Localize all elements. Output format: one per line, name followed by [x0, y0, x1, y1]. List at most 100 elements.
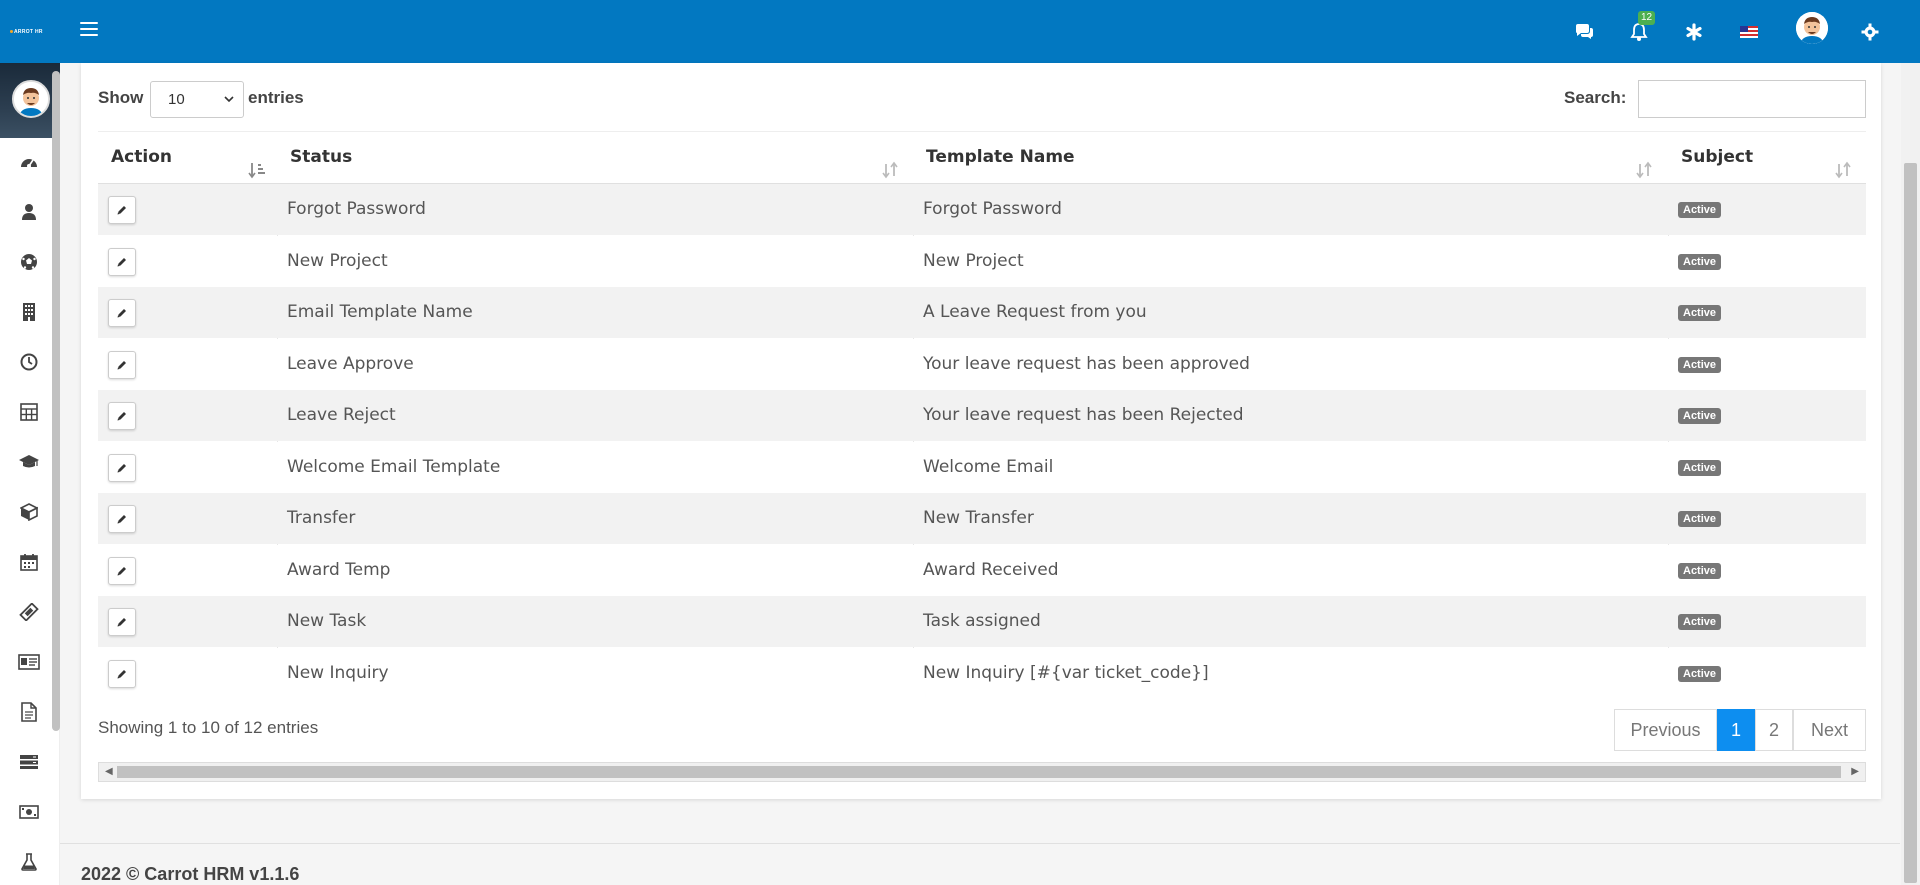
table-row: Leave Reject Your leave request has been …	[98, 390, 1866, 441]
status-badge: Active	[1678, 562, 1722, 579]
status-badge: Active	[1678, 511, 1722, 527]
status-badge: Active	[1678, 305, 1722, 321]
status-cell: Email Template Name	[287, 302, 473, 322]
edit-button[interactable]	[108, 608, 136, 636]
edit-button[interactable]	[108, 350, 136, 379]
notification-badge: 12	[1638, 11, 1656, 25]
chat-icon[interactable]	[1572, 20, 1596, 44]
settings-gear-icon[interactable]	[1858, 20, 1882, 44]
column-header-template-name[interactable]: Template Name	[913, 132, 1668, 185]
pencil-icon	[116, 204, 128, 216]
pagination-next[interactable]: Next	[1793, 709, 1866, 751]
scroll-right-icon[interactable]: ▶	[1851, 766, 1859, 777]
top-navbar: ARROT HR 12	[0, 0, 1920, 63]
sidebar-profile	[0, 63, 60, 138]
status-badge: Active	[1678, 665, 1722, 682]
clock-icon[interactable]	[18, 351, 40, 373]
edit-button[interactable]	[108, 453, 136, 482]
user-avatar[interactable]	[1796, 12, 1828, 44]
template-name-cell: New Transfer	[923, 508, 1034, 528]
entries-label: entries	[248, 88, 304, 107]
pencil-icon	[116, 462, 128, 474]
logo-text: ARROT HR	[14, 29, 43, 35]
template-name-cell: New Project	[923, 250, 1024, 271]
table-header: Action Status Template Name Subject	[98, 131, 1866, 184]
soccer-icon[interactable]	[18, 251, 40, 273]
money-icon[interactable]	[18, 801, 40, 823]
edit-button[interactable]	[108, 505, 136, 533]
status-badge: Active	[1678, 459, 1722, 476]
pagination-page-2[interactable]: 2	[1755, 709, 1793, 751]
footer-copyright: 2022 © Carrot HRM v1.1.6	[81, 864, 300, 884]
template-name-cell: New Inquiry [#{var ticket_code}]	[923, 662, 1209, 683]
pencil-icon	[116, 616, 128, 628]
server-icon[interactable]	[18, 751, 40, 773]
table-row: New Inquiry New Inquiry [#{var ticket_cod…	[98, 647, 1866, 699]
box-icon[interactable]	[18, 501, 40, 523]
user-icon[interactable]	[18, 201, 40, 223]
pagination-previous[interactable]: Previous	[1614, 709, 1717, 751]
pencil-icon	[116, 410, 128, 422]
page-scrollbar-thumb[interactable]	[1904, 163, 1917, 883]
scroll-left-icon[interactable]: ◀	[105, 766, 113, 777]
menu-toggle-icon[interactable]	[80, 22, 98, 38]
edit-button[interactable]	[108, 556, 136, 585]
sidebar-scrollbar[interactable]	[52, 71, 60, 731]
dashboard-icon[interactable]	[18, 151, 40, 173]
search-input[interactable]	[1638, 80, 1866, 118]
template-name-cell: Forgot Password	[923, 199, 1062, 219]
search-label: Search:	[1564, 88, 1627, 107]
status-cell: New Task	[287, 611, 367, 631]
scrollbar-thumb[interactable]	[117, 766, 1841, 778]
table-row: Transfer New Transfer Active	[98, 493, 1866, 544]
edit-button[interactable]	[108, 402, 136, 430]
flask-icon[interactable]	[18, 851, 40, 873]
graduation-cap-icon[interactable]	[18, 451, 40, 473]
sidebar	[0, 63, 60, 885]
edit-button[interactable]	[108, 196, 136, 224]
sidebar-avatar[interactable]	[12, 80, 50, 118]
calendar-icon[interactable]	[18, 551, 40, 573]
pagination-page-1[interactable]: 1	[1717, 709, 1755, 751]
pencil-icon	[116, 256, 128, 268]
status-badge: Active	[1678, 408, 1722, 424]
asterisk-icon[interactable]	[1682, 20, 1706, 44]
pencil-icon	[116, 307, 128, 319]
calculator-icon[interactable]	[18, 401, 40, 423]
column-header-subject[interactable]: Subject	[1668, 132, 1866, 185]
edit-button[interactable]	[108, 299, 136, 327]
show-entries-label: Show	[98, 88, 144, 107]
column-header-action[interactable]: Action	[98, 132, 277, 185]
id-card-icon[interactable]	[18, 651, 40, 673]
status-cell: New Inquiry	[287, 662, 389, 683]
table-row: Forgot Password Forgot Password Active	[98, 184, 1866, 235]
building-icon[interactable]	[18, 301, 40, 323]
status-cell: Leave Approve	[287, 353, 414, 374]
app-logo[interactable]: ARROT HR	[10, 24, 52, 40]
table-info: Showing 1 to 10 of 12 entries	[98, 718, 319, 737]
template-name-cell: Award Received	[923, 559, 1059, 580]
ticket-icon[interactable]	[18, 601, 40, 623]
edit-button[interactable]	[108, 659, 136, 688]
entries-per-page-select[interactable]: 10	[150, 81, 244, 118]
status-badge: Active	[1678, 253, 1722, 270]
template-name-cell: Your leave request has been approved	[923, 353, 1250, 374]
entries-per-page-value: 10	[168, 91, 185, 108]
status-badge: Active	[1678, 356, 1722, 373]
language-flag-icon[interactable]	[1737, 20, 1761, 44]
page-vertical-scrollbar[interactable]	[1901, 63, 1920, 885]
edit-button[interactable]	[108, 247, 136, 276]
pencil-icon	[116, 668, 128, 680]
status-badge: Active	[1678, 614, 1722, 630]
template-name-cell: A Leave Request from you	[923, 302, 1147, 322]
pencil-icon	[116, 359, 128, 371]
template-name-cell: Welcome Email	[923, 456, 1054, 477]
template-name-cell: Task assigned	[923, 611, 1041, 631]
chevron-down-icon	[223, 82, 235, 131]
logo-dot	[10, 30, 13, 33]
document-icon[interactable]	[18, 701, 40, 723]
table-row: Leave Approve Your leave request has been…	[98, 338, 1866, 390]
status-cell: New Project	[287, 250, 388, 271]
table-horizontal-scrollbar[interactable]: ◀ ▶	[98, 762, 1866, 782]
column-header-status[interactable]: Status	[277, 132, 913, 185]
